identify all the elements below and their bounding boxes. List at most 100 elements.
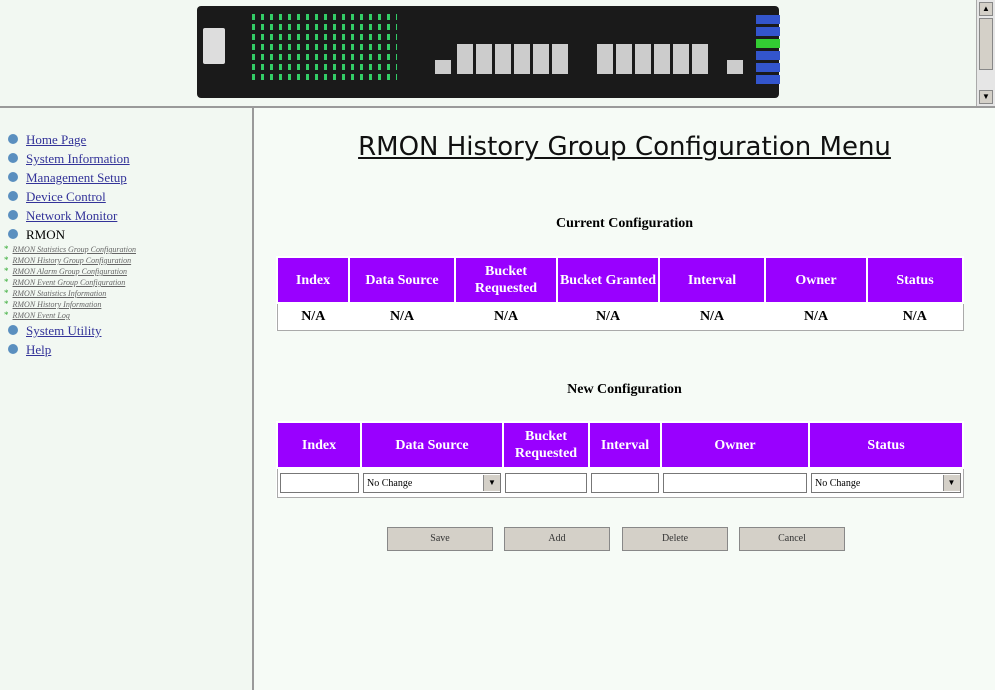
col-owner: Owner	[764, 256, 868, 304]
sub-bullet-icon: *	[4, 277, 9, 287]
nav-sub-statistics-config[interactable]: * RMON Statistics Group Configuration	[4, 244, 252, 255]
sub-bullet-icon: *	[4, 310, 9, 320]
nav-link[interactable]: System Information	[26, 151, 130, 166]
col-interval: Interval	[588, 421, 662, 469]
nav-sub-link[interactable]: RMON Event Group Configuration	[13, 278, 126, 287]
col-bucket-requested: Bucket Requested	[502, 421, 590, 469]
nav-sub-event-config[interactable]: * RMON Event Group Configuration	[4, 277, 252, 288]
nav-sub-link[interactable]: RMON Event Log	[13, 311, 70, 320]
delete-button[interactable]: Delete	[622, 527, 728, 551]
main-content: RMON History Group Configuration Menu Cu…	[254, 108, 995, 690]
col-interval: Interval	[658, 256, 766, 304]
port-group-1	[457, 44, 569, 74]
nav-link[interactable]: System Utility	[26, 323, 101, 338]
nav-item-management-setup[interactable]: Management Setup	[8, 168, 252, 187]
nav-item-device-control[interactable]: Device Control	[8, 187, 252, 206]
nav-item-system-information[interactable]: System Information	[8, 149, 252, 168]
scroll-up-icon[interactable]: ▲	[979, 2, 993, 16]
nav-item-system-utility[interactable]: System Utility	[8, 321, 252, 340]
table-header-row: Index Data Source Bucket Requested Inter…	[276, 421, 964, 469]
cell-data-source: N/A	[349, 302, 455, 331]
index-input[interactable]	[279, 473, 359, 493]
interval-input[interactable]	[591, 473, 659, 493]
col-data-source: Data Source	[348, 256, 456, 304]
bullet-icon	[8, 210, 18, 220]
cell-bucket-granted: N/A	[557, 302, 659, 331]
col-index: Index	[276, 421, 362, 469]
col-status: Status	[866, 256, 964, 304]
dropdown-arrow-icon[interactable]: ▼	[942, 475, 960, 491]
scroll-thumb[interactable]	[979, 18, 993, 70]
bullet-icon	[8, 134, 18, 144]
nav-sub-link[interactable]: RMON History Information	[13, 300, 102, 309]
nav-sub-link[interactable]: RMON Statistics Information	[13, 289, 107, 298]
new-config-table: Index Data Source Bucket Requested Inter…	[276, 421, 964, 498]
nav-item-home[interactable]: Home Page	[8, 130, 252, 149]
add-button[interactable]: Add	[504, 527, 610, 551]
sub-bullet-icon: *	[4, 266, 9, 276]
nav-link[interactable]: Help	[26, 342, 51, 357]
cancel-button[interactable]: Cancel	[739, 527, 845, 551]
nav-link[interactable]: Management Setup	[26, 170, 127, 185]
led-panel	[252, 14, 397, 92]
col-status: Status	[808, 421, 964, 469]
new-config-heading: New Configuration	[567, 382, 682, 397]
mdi-port-left	[435, 60, 451, 74]
nav-item-network-monitor[interactable]: Network Monitor	[8, 206, 252, 225]
bullet-icon	[8, 229, 18, 239]
sub-bullet-icon: *	[4, 255, 9, 265]
sidebar-nav: Home Page System Information Management …	[0, 108, 254, 690]
nav-link[interactable]: Device Control	[26, 189, 106, 204]
cell-status: N/A	[867, 302, 963, 331]
cell-interval: N/A	[659, 302, 765, 331]
nav-sub-history-info[interactable]: * RMON History Information	[4, 299, 252, 310]
nav-item-help[interactable]: Help	[8, 340, 252, 359]
bullet-icon	[8, 191, 18, 201]
save-button[interactable]: Save	[387, 527, 493, 551]
status-tags	[756, 15, 780, 87]
sub-bullet-icon: *	[4, 244, 9, 254]
nav-sub-history-config[interactable]: * RMON History Group Configuration	[4, 255, 252, 266]
bullet-icon	[8, 153, 18, 163]
cell-owner: N/A	[765, 302, 867, 331]
bullet-icon	[8, 172, 18, 182]
col-bucket-granted: Bucket Granted	[556, 256, 660, 304]
nav-sub-link[interactable]: RMON Alarm Group Configuration	[13, 267, 127, 276]
status-select[interactable]: No Change ▼	[811, 473, 961, 493]
mdi-port-right	[727, 60, 743, 74]
bullet-icon	[8, 344, 18, 354]
current-config-table: Index Data Source Bucket Requested Bucke…	[276, 256, 964, 331]
nav-item-rmon: RMON	[8, 225, 252, 244]
nav-sub-alarm-config[interactable]: * RMON Alarm Group Configuration	[4, 266, 252, 277]
dropdown-arrow-icon[interactable]: ▼	[483, 475, 500, 491]
device-logo	[203, 28, 225, 64]
col-owner: Owner	[660, 421, 810, 469]
nav-link[interactable]: Network Monitor	[26, 208, 117, 223]
nav-sub-statistics-info[interactable]: * RMON Statistics Information	[4, 288, 252, 299]
bucket-requested-input[interactable]	[505, 473, 587, 493]
owner-input[interactable]	[663, 473, 807, 493]
nav-sub-link[interactable]: RMON Statistics Group Configuration	[13, 245, 137, 254]
data-source-select[interactable]: No Change ▼	[363, 473, 501, 493]
cell-bucket-requested: N/A	[455, 302, 557, 331]
input-row: No Change ▼ No Change ▼	[277, 467, 963, 498]
col-data-source: Data Source	[360, 421, 504, 469]
current-config-heading: Current Configuration	[555, 216, 694, 231]
nav-sub-event-log[interactable]: * RMON Event Log	[4, 310, 252, 321]
nav-link[interactable]: Home Page	[26, 132, 86, 147]
col-index: Index	[276, 256, 350, 304]
col-bucket-requested: Bucket Requested	[454, 256, 558, 304]
status-value: No Change	[815, 477, 861, 489]
scroll-down-icon[interactable]: ▼	[979, 90, 993, 104]
nav-sub-link[interactable]: RMON History Group Configuration	[13, 256, 132, 265]
bullet-icon	[8, 325, 18, 335]
data-source-value: No Change	[367, 477, 413, 489]
sub-bullet-icon: *	[4, 299, 9, 309]
page-title: RMON History Group Configuration Menu	[358, 132, 891, 162]
cell-index: N/A	[277, 302, 349, 331]
sub-bullet-icon: *	[4, 288, 9, 298]
switch-front-panel-image	[197, 6, 780, 98]
table-row: N/A N/A N/A N/A N/A N/A N/A	[277, 302, 963, 331]
device-banner-frame: ▲ ▼	[0, 0, 995, 108]
banner-scrollbar[interactable]: ▲ ▼	[976, 0, 995, 106]
